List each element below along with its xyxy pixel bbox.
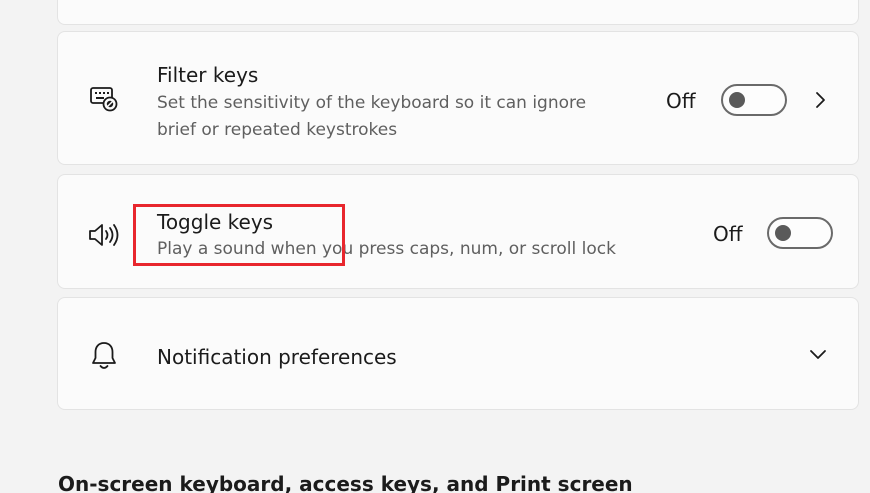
toggle-keys-title: Toggle keys (157, 210, 274, 234)
filter-keys-toggle[interactable] (721, 84, 787, 116)
chevron-right-icon[interactable] (810, 90, 830, 110)
chevron-down-icon[interactable] (808, 344, 828, 364)
filter-keys-description-line1: Set the sensitivity of the keyboard so i… (157, 93, 587, 113)
filter-keys-description-line2: brief or repeated keystrokes (157, 120, 398, 140)
previous-setting-card (57, 0, 859, 25)
filter-keys-card[interactable]: Filter keys Set the sensitivity of the k… (57, 31, 859, 165)
filter-keys-title: Filter keys (157, 63, 259, 87)
toggle-keys-state-label: Off (713, 222, 743, 246)
toggle-knob (729, 92, 745, 108)
notification-preferences-card[interactable]: Notification preferences (57, 297, 859, 410)
toggle-keys-description: Play a sound when you press caps, num, o… (157, 239, 616, 259)
toggle-keys-toggle[interactable] (767, 217, 833, 249)
section-heading: On-screen keyboard, access keys, and Pri… (58, 472, 633, 493)
toggle-keys-card[interactable]: Toggle keys Play a sound when you press … (57, 174, 859, 289)
filter-keys-icon (86, 80, 122, 116)
filter-keys-state-label: Off (666, 89, 696, 113)
speaker-icon (86, 217, 122, 253)
toggle-knob (775, 225, 791, 241)
bell-icon (86, 338, 122, 374)
notification-preferences-title: Notification preferences (157, 345, 397, 369)
settings-page: Filter keys Set the sensitivity of the k… (0, 0, 870, 493)
